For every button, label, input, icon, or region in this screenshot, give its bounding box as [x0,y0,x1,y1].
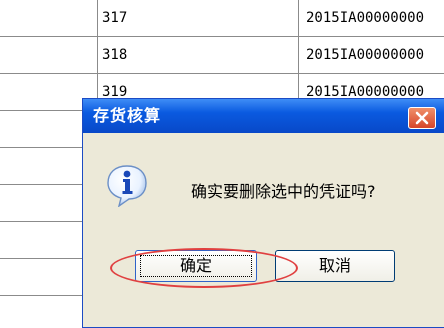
table-cell-number: 318 [98,37,299,73]
confirm-dialog: 存货核算 确实要删除选中的凭证吗? 确定 取消 [82,98,444,328]
table-cell-number: 317 [98,0,299,36]
dialog-titlebar[interactable]: 存货核算 [83,99,444,133]
table-row[interactable]: 318 2015IA00000000 [0,37,444,74]
table-row[interactable]: 317 2015IA00000000 [0,0,444,37]
table-cell-blank [0,0,98,36]
close-button[interactable] [408,107,436,129]
dialog-message: 确实要删除选中的凭证吗? [191,182,376,201]
table-cell-code: 2015IA00000000 [306,47,425,63]
dialog-title: 存货核算 [93,106,162,125]
dialog-body: 确实要删除选中的凭证吗? 确定 取消 [83,133,444,327]
table-cell-blank [0,37,98,73]
cancel-button-label: 取消 [318,256,351,275]
close-icon [415,111,429,125]
table-cell-code: 2015IA00000000 [306,10,425,26]
highlight-oval [110,248,298,288]
info-icon [107,165,147,207]
